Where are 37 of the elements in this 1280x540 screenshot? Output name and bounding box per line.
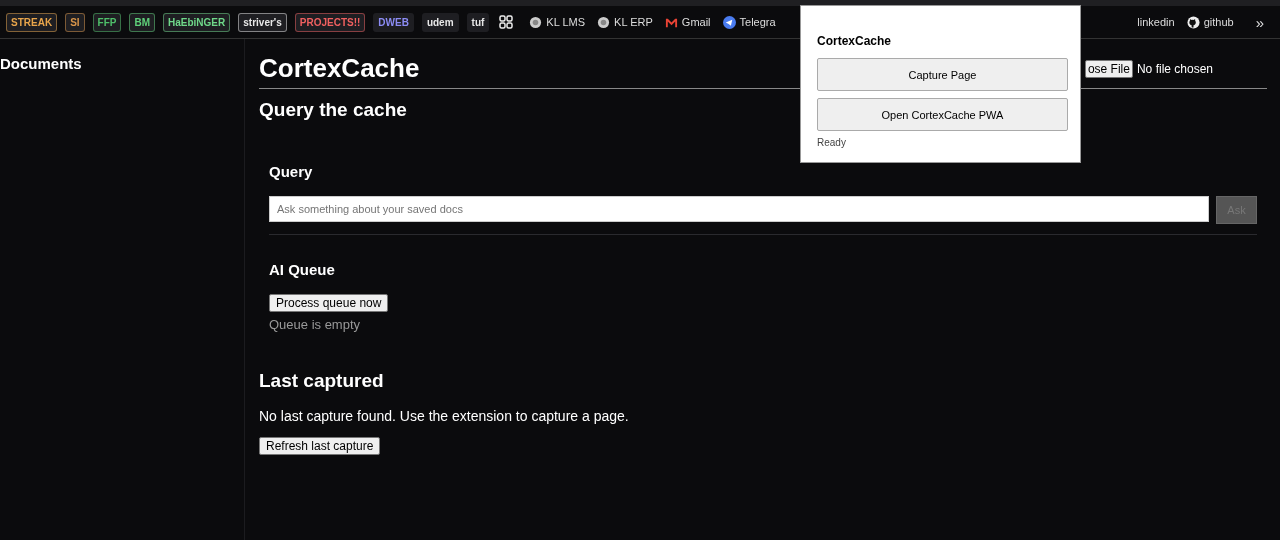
bookmark-chip[interactable]: tuf: [466, 12, 490, 32]
more-bookmarks-button[interactable]: »: [1245, 13, 1274, 31]
github-icon: [1186, 15, 1200, 29]
bookmark-link[interactable]: KL ERP: [610, 16, 657, 28]
bookmark-link[interactable]: github: [1199, 16, 1238, 28]
apps-grid-icon[interactable]: [499, 15, 514, 29]
query-field[interactable]: Ask something about your saved docs: [269, 196, 1209, 222]
process-queue-button[interactable]: Process queue now: [269, 294, 389, 312]
popup-button[interactable]: Open CortexCache PWA: [817, 98, 1068, 131]
bookmark-chip[interactable]: HaEbiNGER: [163, 12, 231, 32]
bookmark-chip[interactable]: udem: [421, 12, 459, 32]
bookmark-link[interactable]: Telegra: [735, 16, 780, 28]
bookmark-link[interactable]: linkedin: [1137, 16, 1179, 28]
popup-title: CortexCache: [817, 34, 893, 48]
last-captured-title: Last captured: [259, 370, 384, 392]
queue-title: AI Queue: [269, 261, 336, 278]
bookmark-chip[interactable]: DWEB: [373, 12, 414, 32]
page-title: CortexCache: [259, 53, 420, 84]
paper-plane-icon: [722, 15, 736, 29]
last-capture-message: No last capture found. Use the extension to capture a page.: [259, 408, 630, 424]
file-status: No file chosen: [1136, 61, 1213, 76]
bookmark-chip[interactable]: BM: [129, 12, 156, 32]
sidebar-title: Documents: [0, 55, 83, 72]
bookmark-chip[interactable]: STREAK: [6, 12, 58, 32]
refresh-button[interactable]: Refresh last capture: [259, 437, 381, 455]
bookmark-chip[interactable]: FFP: [92, 12, 122, 32]
query-title: Query: [269, 163, 314, 180]
choose-file-button[interactable]: ose File: [1084, 59, 1133, 78]
bookmark-chip[interactable]: SI: [65, 12, 85, 32]
popup-status: Ready: [817, 137, 847, 148]
section-title: Query the cache: [259, 99, 407, 121]
bookmark-chip[interactable]: striver's: [238, 12, 287, 32]
popup-button[interactable]: Capture Page: [817, 58, 1068, 91]
bookmark-chip[interactable]: PROJECTS!!: [294, 12, 366, 32]
bookmark-link[interactable]: KL LMS: [542, 16, 590, 28]
queue-status: Queue is empty: [269, 317, 362, 332]
bookmark-link[interactable]: Gmail: [677, 16, 715, 28]
